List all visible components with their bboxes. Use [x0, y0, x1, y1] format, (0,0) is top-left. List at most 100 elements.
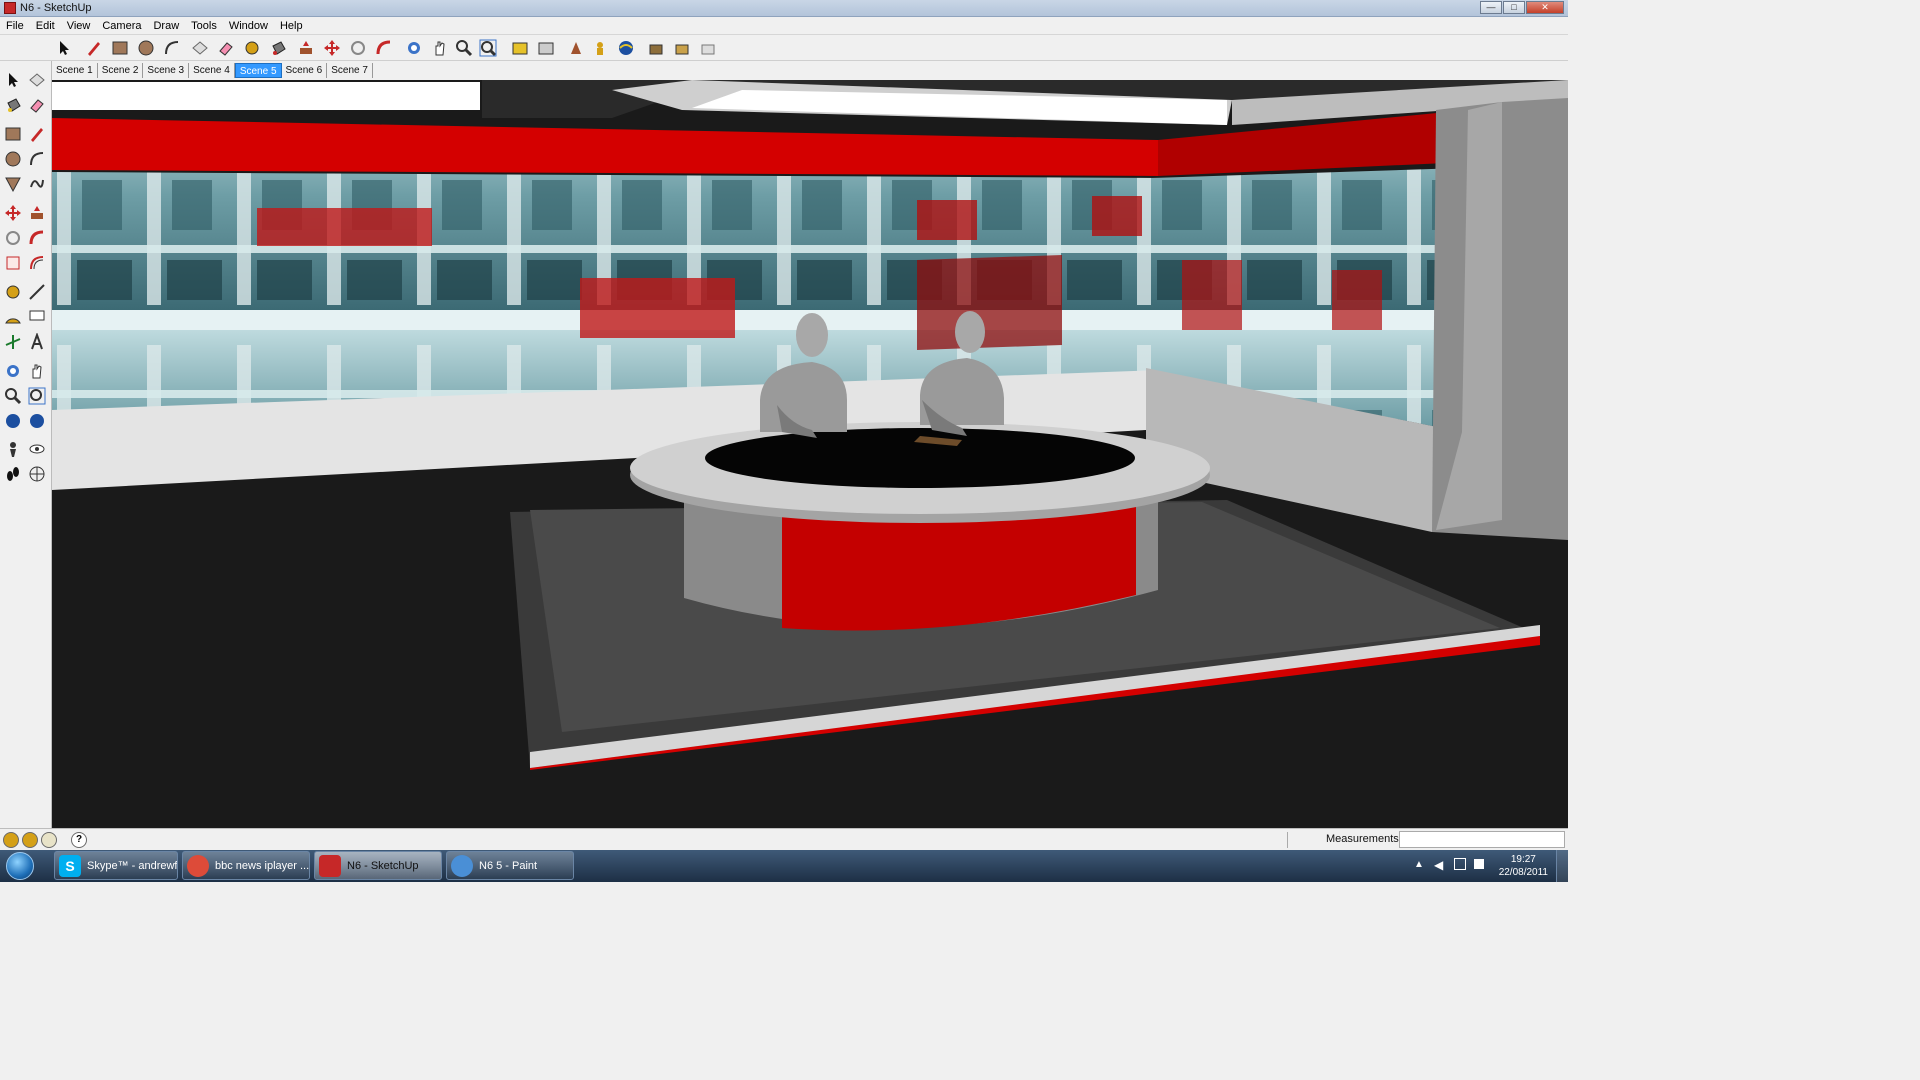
orbit-icon[interactable] — [404, 38, 424, 58]
user-icon[interactable] — [41, 831, 57, 848]
menu-view[interactable]: View — [61, 20, 97, 32]
section-plane-icon[interactable] — [26, 463, 48, 485]
menu-edit[interactable]: Edit — [30, 20, 61, 32]
network-icon[interactable] — [1454, 858, 1466, 870]
walk-icon[interactable] — [2, 463, 24, 485]
screen-red-detail — [917, 200, 977, 240]
rotate-icon[interactable] — [2, 227, 24, 249]
taskbar-item-skype[interactable]: S Skype™ - andrewf... — [54, 851, 178, 880]
3d-text-icon[interactable] — [26, 331, 48, 353]
screen-red-detail — [580, 278, 735, 338]
windows-start-icon — [6, 852, 34, 880]
tape-measure-icon[interactable] — [242, 38, 262, 58]
windows-taskbar: S Skype™ - andrewf... bbc news iplayer .… — [0, 850, 1568, 882]
walk-icon[interactable] — [616, 38, 636, 58]
push-pull-icon[interactable] — [296, 38, 316, 58]
styles-icon[interactable] — [698, 38, 718, 58]
scale-icon[interactable] — [2, 252, 24, 274]
geo-location-icon[interactable] — [3, 831, 19, 848]
tape-measure-icon[interactable] — [2, 281, 24, 303]
tab-scene-7[interactable]: Scene 7 — [327, 62, 373, 78]
text-icon[interactable] — [26, 306, 48, 328]
push-pull-icon[interactable] — [26, 202, 48, 224]
get-models-icon[interactable] — [510, 38, 530, 58]
menu-file[interactable]: File — [0, 20, 30, 32]
axes-icon[interactable] — [2, 331, 24, 353]
tab-scene-6[interactable]: Scene 6 — [282, 62, 328, 78]
position-camera-icon[interactable] — [2, 438, 24, 460]
move-icon[interactable] — [2, 202, 24, 224]
paint-bucket-icon[interactable] — [2, 94, 24, 116]
look-around-icon[interactable] — [590, 38, 610, 58]
volume-icon[interactable]: ◀ — [1434, 858, 1443, 872]
clock-date: 22/08/2011 — [1498, 867, 1548, 878]
zoom-icon[interactable] — [2, 385, 24, 407]
materials-icon[interactable] — [672, 38, 692, 58]
maximize-button[interactable]: □ — [1503, 1, 1525, 14]
close-button[interactable]: ✕ — [1526, 1, 1564, 14]
menu-draw[interactable]: Draw — [147, 20, 185, 32]
next-view-icon[interactable] — [26, 410, 48, 432]
pan-icon[interactable] — [430, 38, 450, 58]
dimension-icon[interactable] — [26, 281, 48, 303]
menu-camera[interactable]: Camera — [96, 20, 147, 32]
zoom-window-icon[interactable] — [26, 385, 48, 407]
rectangle-icon[interactable] — [110, 38, 130, 58]
tab-scene-2[interactable]: Scene 2 — [98, 62, 144, 78]
system-clock[interactable]: 19:27 22/08/2011 — [1499, 853, 1548, 879]
taskbar-item-chrome[interactable]: bbc news iplayer ... — [182, 851, 310, 880]
rectangle-icon[interactable] — [2, 123, 24, 145]
help-icon[interactable]: ? — [71, 831, 87, 848]
screen-red-detail — [917, 255, 1062, 350]
credits-icon[interactable] — [22, 831, 38, 848]
left-tool-palette — [0, 61, 52, 828]
measurements-input[interactable] — [1399, 831, 1565, 848]
show-hidden-icons-icon[interactable]: ▲ — [1414, 859, 1424, 870]
look-around-icon[interactable] — [26, 438, 48, 460]
minimize-button[interactable]: — — [1480, 1, 1502, 14]
arc-icon[interactable] — [26, 148, 48, 170]
menu-help[interactable]: Help — [274, 20, 309, 32]
polygon-icon[interactable] — [2, 173, 24, 195]
menu-tools[interactable]: Tools — [185, 20, 223, 32]
select-icon[interactable] — [2, 69, 24, 91]
position-camera-icon[interactable] — [566, 38, 586, 58]
select-icon[interactable] — [54, 38, 74, 58]
circle-icon[interactable] — [136, 38, 156, 58]
menu-window[interactable]: Window — [223, 20, 274, 32]
share-model-icon[interactable] — [536, 38, 556, 58]
previous-view-icon[interactable] — [2, 410, 24, 432]
3d-viewport[interactable] — [52, 80, 1568, 828]
make-component-icon[interactable] — [190, 38, 210, 58]
pan-icon[interactable] — [26, 360, 48, 382]
line-icon[interactable] — [26, 123, 48, 145]
make-component-icon[interactable] — [26, 69, 48, 91]
eraser-icon[interactable] — [26, 94, 48, 116]
freehand-icon[interactable] — [26, 173, 48, 195]
pencil-icon[interactable] — [84, 38, 104, 58]
paint-bucket-icon[interactable] — [268, 38, 288, 58]
eraser-icon[interactable] — [216, 38, 236, 58]
orbit-icon[interactable] — [2, 360, 24, 382]
protractor-icon[interactable] — [2, 306, 24, 328]
taskbar-item-paint[interactable]: N6 5 - Paint — [446, 851, 574, 880]
follow-me-icon[interactable] — [374, 38, 394, 58]
tab-scene-4[interactable]: Scene 4 — [189, 62, 235, 78]
show-desktop-button[interactable] — [1556, 850, 1568, 882]
circle-icon[interactable] — [2, 148, 24, 170]
start-button[interactable] — [0, 850, 40, 882]
tab-scene-3[interactable]: Scene 3 — [143, 62, 190, 78]
arc-icon[interactable] — [162, 38, 182, 58]
move-icon[interactable] — [322, 38, 342, 58]
tab-scene-5[interactable]: Scene 5 — [234, 62, 282, 78]
zoom-extents-icon[interactable] — [478, 38, 498, 58]
rotate-icon[interactable] — [348, 38, 368, 58]
offset-icon[interactable] — [26, 252, 48, 274]
news-studio-model — [52, 80, 1568, 828]
zoom-icon[interactable] — [454, 38, 474, 58]
taskbar-item-sketchup[interactable]: N6 - SketchUp — [314, 851, 442, 880]
follow-me-icon[interactable] — [26, 227, 48, 249]
components-icon[interactable] — [646, 38, 666, 58]
action-center-icon[interactable] — [1474, 859, 1484, 869]
tab-scene-1[interactable]: Scene 1 — [52, 62, 98, 78]
